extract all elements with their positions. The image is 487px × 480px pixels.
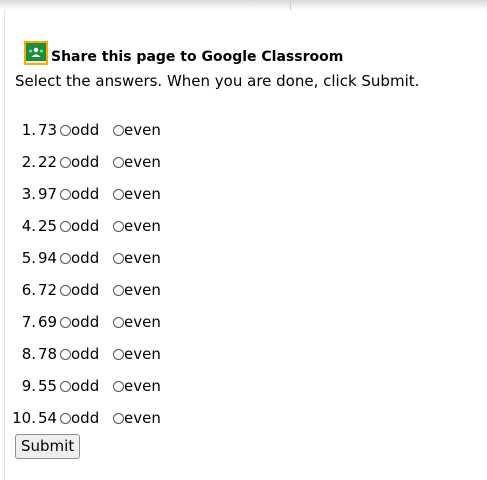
even-radio[interactable] xyxy=(113,156,124,168)
odd-radio[interactable] xyxy=(60,412,71,424)
odd-label[interactable]: odd xyxy=(71,153,107,171)
odd-label[interactable]: odd xyxy=(71,377,107,395)
question-row: 4. 25 odd even xyxy=(0,214,161,238)
odd-radio[interactable] xyxy=(60,220,71,232)
odd-label[interactable]: odd xyxy=(71,249,107,267)
even-label[interactable]: even xyxy=(124,153,161,171)
question-row: 7. 69 odd even xyxy=(0,310,161,334)
even-label[interactable]: even xyxy=(124,345,161,363)
question-value: 54 xyxy=(38,409,58,427)
odd-radio[interactable] xyxy=(60,380,71,392)
odd-label[interactable]: odd xyxy=(71,409,107,427)
even-label[interactable]: even xyxy=(124,249,161,267)
even-label[interactable]: even xyxy=(124,281,161,299)
question-value: 72 xyxy=(38,281,58,299)
odd-label[interactable]: odd xyxy=(71,217,107,235)
odd-label[interactable]: odd xyxy=(71,281,107,299)
question-number: 8. xyxy=(21,345,36,363)
question-value: 78 xyxy=(38,345,58,363)
window-top-shadow xyxy=(0,0,487,10)
question-number: 4. xyxy=(21,217,36,235)
question-value: 25 xyxy=(38,217,58,235)
even-radio[interactable] xyxy=(113,220,124,232)
odd-radio[interactable] xyxy=(60,284,71,296)
google-classroom-icon xyxy=(24,41,48,65)
submit-button[interactable]: Submit xyxy=(15,434,81,459)
even-label[interactable]: even xyxy=(124,217,161,235)
question-row: 3. 97 odd even xyxy=(0,182,161,206)
even-radio[interactable] xyxy=(113,316,124,328)
question-row: 6. 72 odd even xyxy=(0,278,161,302)
odd-radio[interactable] xyxy=(60,124,71,136)
share-link-text[interactable]: Share this page to Google Classroom xyxy=(51,49,343,65)
question-value: 55 xyxy=(38,377,58,395)
question-number: 2. xyxy=(21,153,36,171)
odd-radio[interactable] xyxy=(60,156,71,168)
question-number: 7. xyxy=(21,313,36,331)
odd-radio[interactable] xyxy=(60,348,71,360)
even-label[interactable]: even xyxy=(124,313,161,331)
even-label[interactable]: even xyxy=(124,409,161,427)
odd-label[interactable]: odd xyxy=(71,313,107,331)
even-radio[interactable] xyxy=(113,124,124,136)
odd-radio[interactable] xyxy=(60,188,71,200)
odd-label[interactable]: odd xyxy=(71,345,107,363)
odd-radio[interactable] xyxy=(60,252,71,264)
even-radio[interactable] xyxy=(113,252,124,264)
question-row: 8. 78 odd even xyxy=(0,342,161,366)
question-value: 22 xyxy=(38,153,58,171)
odd-label[interactable]: odd xyxy=(71,185,107,203)
question-value: 73 xyxy=(38,121,58,139)
even-radio[interactable] xyxy=(113,284,124,296)
even-radio[interactable] xyxy=(113,188,124,200)
question-row: 1. 73 odd even xyxy=(0,118,161,142)
even-label[interactable]: even xyxy=(124,121,161,139)
even-radio[interactable] xyxy=(113,380,124,392)
even-label[interactable]: even xyxy=(124,185,161,203)
question-value: 97 xyxy=(38,185,58,203)
question-number: 1. xyxy=(21,121,36,139)
even-radio[interactable] xyxy=(113,348,124,360)
question-number: 9. xyxy=(21,377,36,395)
odd-radio[interactable] xyxy=(60,316,71,328)
even-radio[interactable] xyxy=(113,412,124,424)
share-to-classroom-link[interactable]: Share this page to Google Classroom xyxy=(24,39,343,65)
question-number: 6. xyxy=(21,281,36,299)
even-label[interactable]: even xyxy=(124,377,161,395)
question-value: 94 xyxy=(38,249,58,267)
question-number: 3. xyxy=(21,185,36,203)
instructions-text: Select the answers. When you are done, c… xyxy=(15,72,420,90)
question-number: 5. xyxy=(21,249,36,267)
question-row: 9. 55 odd even xyxy=(0,374,161,398)
odd-label[interactable]: odd xyxy=(71,121,107,139)
question-number: 10. xyxy=(12,409,36,427)
question-row: 10. 54 odd even xyxy=(0,406,161,430)
question-row: 2. 22 odd even xyxy=(0,150,161,174)
top-divider xyxy=(290,0,291,10)
question-value: 69 xyxy=(38,313,58,331)
question-row: 5. 94 odd even xyxy=(0,246,161,270)
